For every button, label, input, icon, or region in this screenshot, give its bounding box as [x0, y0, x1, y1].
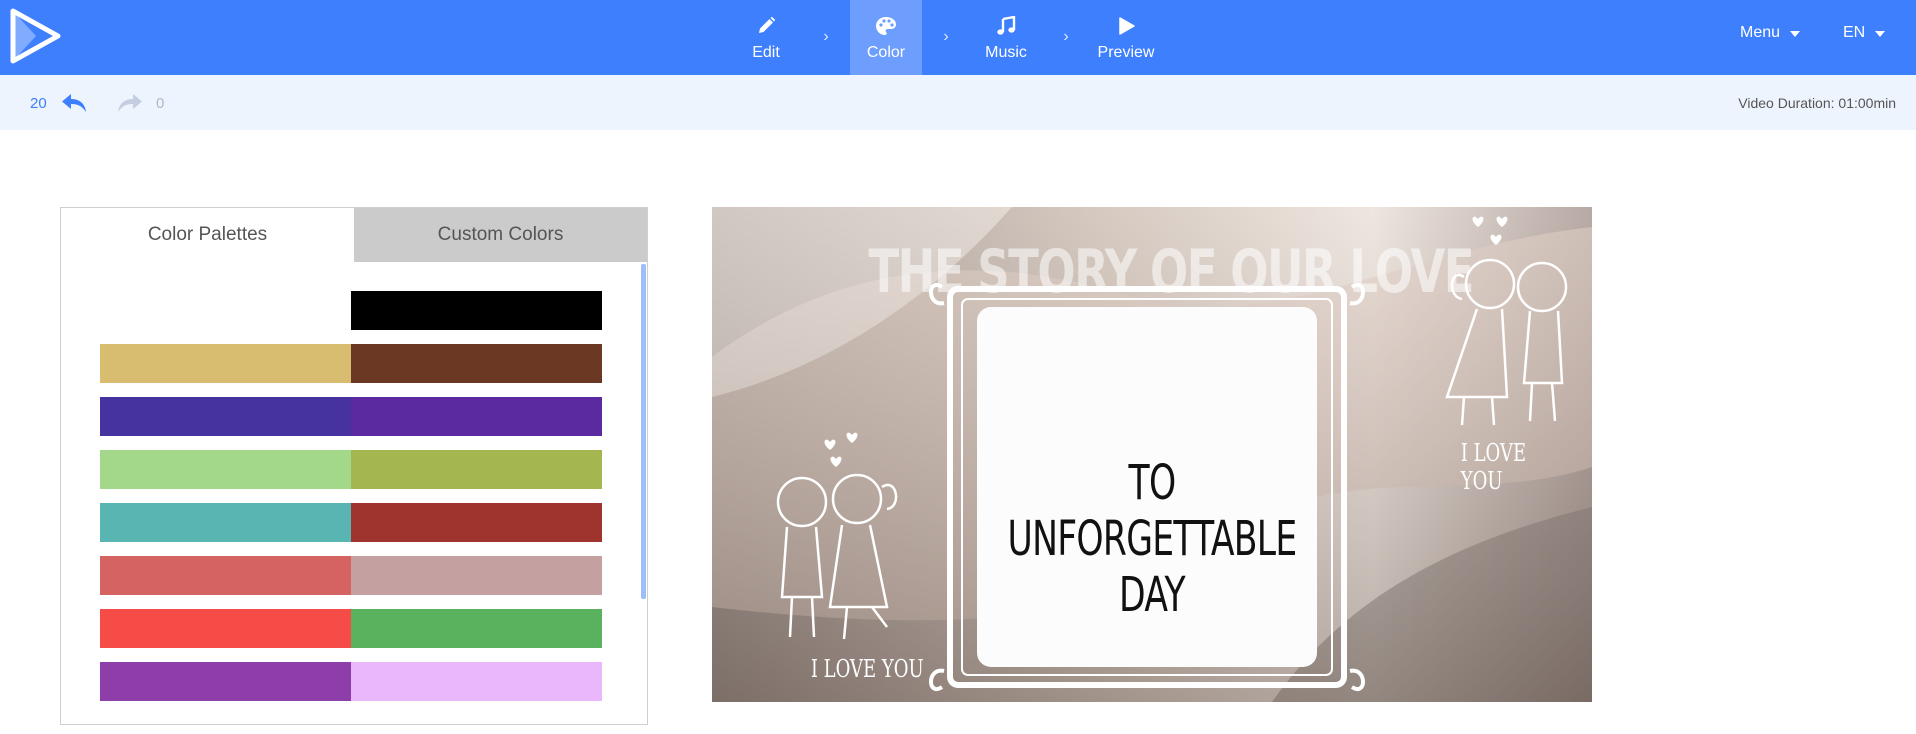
- color-panel: Color Palettes Custom Colors: [60, 207, 648, 725]
- step-edit-label: Edit: [752, 43, 780, 61]
- palette-swatch-left: [100, 556, 351, 595]
- top-navigation-bar: Edit › Color › Music › Preview Menu EN: [0, 0, 1916, 75]
- step-music-label: Music: [985, 43, 1027, 61]
- color-panel-tabs: Color Palettes Custom Colors: [61, 208, 647, 262]
- step-color[interactable]: Color: [850, 0, 922, 75]
- palette-swatch-left: [100, 503, 351, 542]
- language-dropdown[interactable]: EN: [1843, 24, 1886, 42]
- undo-icon[interactable]: [60, 91, 88, 115]
- palette-row[interactable]: [100, 344, 602, 383]
- tab-custom-colors[interactable]: Custom Colors: [354, 208, 647, 262]
- palette-swatch-right: [351, 344, 602, 383]
- preview-caption: TO UNFORGETTABLE DAY: [1007, 455, 1298, 623]
- video-duration: Video Duration: 01:00min: [1738, 95, 1896, 111]
- workflow-steps: Edit › Color › Music › Preview: [730, 0, 1162, 75]
- play-icon: [1116, 14, 1136, 38]
- palette-swatch-left: [100, 662, 351, 701]
- palette-row[interactable]: [100, 291, 602, 330]
- scrollbar-thumb[interactable]: [641, 264, 646, 599]
- preview-title: THE STORY OF OUR LOVE: [868, 237, 1474, 307]
- step-music[interactable]: Music: [970, 0, 1042, 75]
- preview-love-text-right: I LOVE YOU: [1460, 439, 1527, 495]
- palette-swatch-right: [351, 397, 602, 436]
- step-preview-label: Preview: [1097, 43, 1155, 61]
- redo-count: 0: [156, 95, 165, 112]
- palette-swatch-left: [100, 291, 351, 330]
- palette-row[interactable]: [100, 662, 602, 701]
- step-separator: ›: [1063, 27, 1069, 45]
- music-note-icon: [996, 14, 1016, 38]
- step-preview[interactable]: Preview: [1090, 0, 1162, 75]
- palette-swatch-left: [100, 397, 351, 436]
- redo-icon[interactable]: [116, 91, 144, 115]
- palette-icon: [875, 14, 897, 38]
- palette-row[interactable]: [100, 556, 602, 595]
- palette-swatch-right: [351, 291, 602, 330]
- palette-swatch-right: [351, 662, 602, 701]
- palette-swatch-right: [351, 609, 602, 648]
- undo-count: 20: [30, 95, 47, 112]
- tab-color-palettes[interactable]: Color Palettes: [61, 208, 354, 262]
- app-logo-icon[interactable]: [10, 8, 62, 64]
- palette-swatch-left: [100, 450, 351, 489]
- history-bar: 20 0 Video Duration: 01:00min: [0, 75, 1916, 130]
- palette-row[interactable]: [100, 397, 602, 436]
- chevron-down-icon: [1875, 31, 1886, 37]
- step-edit[interactable]: Edit: [730, 0, 802, 75]
- palette-swatch-left: [100, 344, 351, 383]
- palette-swatch-right: [351, 450, 602, 489]
- palette-row[interactable]: [100, 450, 602, 489]
- pencil-icon: [756, 14, 776, 38]
- menu-label: Menu: [1740, 24, 1781, 41]
- step-separator: ›: [943, 27, 949, 45]
- preview-love-text-left: I LOVE YOU: [810, 655, 924, 683]
- step-separator: ›: [823, 27, 829, 45]
- menu-dropdown[interactable]: Menu: [1740, 24, 1801, 42]
- step-color-label: Color: [866, 43, 906, 61]
- palette-row[interactable]: [100, 609, 602, 648]
- palette-swatch-left: [100, 609, 351, 648]
- palette-row[interactable]: [100, 503, 602, 542]
- chevron-down-icon: [1790, 31, 1801, 37]
- language-label: EN: [1843, 24, 1866, 41]
- video-preview[interactable]: THE STORY OF OUR LOVE TO UNFORGETTABLE D…: [712, 207, 1592, 702]
- palette-swatch-right: [351, 503, 602, 542]
- palette-swatch-right: [351, 556, 602, 595]
